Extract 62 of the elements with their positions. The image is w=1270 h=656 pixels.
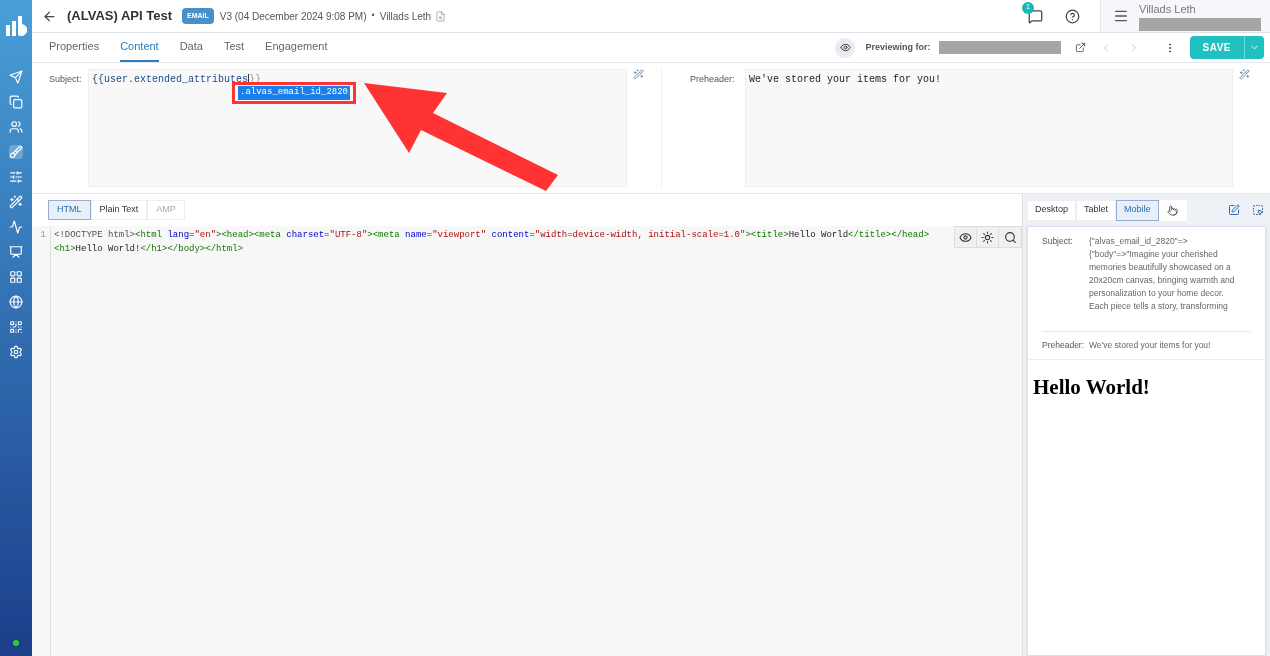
send-icon[interactable] [9,70,23,84]
preview-preheader-text: We've stored your items for you! [1089,339,1211,352]
author-name: Villads Leth [379,9,432,24]
eye-icon [959,230,972,244]
preheader-label: Preheader: [690,73,736,86]
preview-preheader-label: Preheader: [1042,339,1086,352]
preheader-field[interactable]: We've stored your items for you! [745,69,1233,187]
wand-icon[interactable] [633,69,644,80]
people-icon[interactable] [9,120,23,134]
wand-icon[interactable] [1239,69,1250,80]
edit-icon[interactable] [1228,204,1240,216]
logo-icon [5,16,27,36]
line-number: 1 [39,229,46,242]
back-arrow-icon[interactable] [42,8,57,24]
tab[interactable]: Content [120,37,159,62]
tab[interactable]: Properties [49,37,100,62]
presentation-icon[interactable] [9,245,23,259]
preview-subject-text: {"alvas_email_id_2820"=> [1089,235,1189,248]
eye-icon [840,42,851,53]
page-title: (ALVAS) API Test [67,7,172,26]
cursor-icon[interactable] [1252,204,1264,216]
sun-icon [981,230,994,244]
version-label: V3 (04 December 2024 9:08 PM) [219,9,367,24]
preview-heading: Hello World! [1033,374,1150,399]
subject-label: Subject: [49,73,83,86]
device-tab[interactable]: Desktop [1027,199,1077,221]
globe-icon[interactable] [9,295,23,309]
interaction-button[interactable] [1158,199,1187,221]
code-line: <!DOCTYPE html><html lang="en"><head><meta charset="UTF-8"><meta name="viewport" content="width=device-width, initial-scale=1.0"><title>Hello World</title></head> [54,229,930,242]
sliders-icon[interactable] [9,170,23,184]
menu-icon[interactable] [1113,8,1129,24]
gear-icon[interactable] [9,345,23,359]
brush-icon[interactable] [9,145,23,159]
grid-icon[interactable] [9,270,23,284]
preview-subject-text: Each piece tells a story, transforming [1089,300,1229,313]
preview-toggle[interactable] [835,37,856,58]
comments-icon[interactable] [1028,8,1043,24]
help-icon[interactable] [1065,8,1080,24]
user-panel[interactable]: Villads Leth [1100,0,1270,32]
tab[interactable]: Test [223,37,245,62]
external-link-icon[interactable] [1074,42,1086,53]
preview-subject-text: personalization to your home decor. [1089,287,1225,300]
preview-subject-label: Subject: [1042,235,1074,248]
device-tab[interactable]: Tablet [1076,199,1117,221]
qr-icon[interactable] [9,320,23,334]
separator-dot: • [371,9,375,23]
pointer-icon [1167,204,1179,216]
device-tab[interactable]: Mobile [1116,199,1159,221]
autocomplete-suggestion[interactable]: .alvas_email_id_2820 [238,86,351,100]
preview-subject-text: memories beautifully showcased on a [1089,261,1232,274]
previewing-label: Previewing for: [865,40,931,54]
search-icon [1003,230,1017,244]
code-line: <h1>Hello World!</h1></body></html> [54,243,244,256]
user-name: Villads Leth [1139,1,1197,17]
chart-icon[interactable] [9,220,23,234]
tab[interactable]: Engagement [265,37,328,62]
tab[interactable]: Data [179,37,203,62]
preview-subject-text: {"body"=>"Imagine your cherished [1089,248,1219,261]
pages-icon[interactable] [9,95,23,109]
format-tab[interactable]: Plain Text [90,200,148,220]
preview-subject-text: 20x20cm canvas, bringing warmth and [1089,274,1235,287]
format-tab[interactable]: HTML [48,200,91,220]
